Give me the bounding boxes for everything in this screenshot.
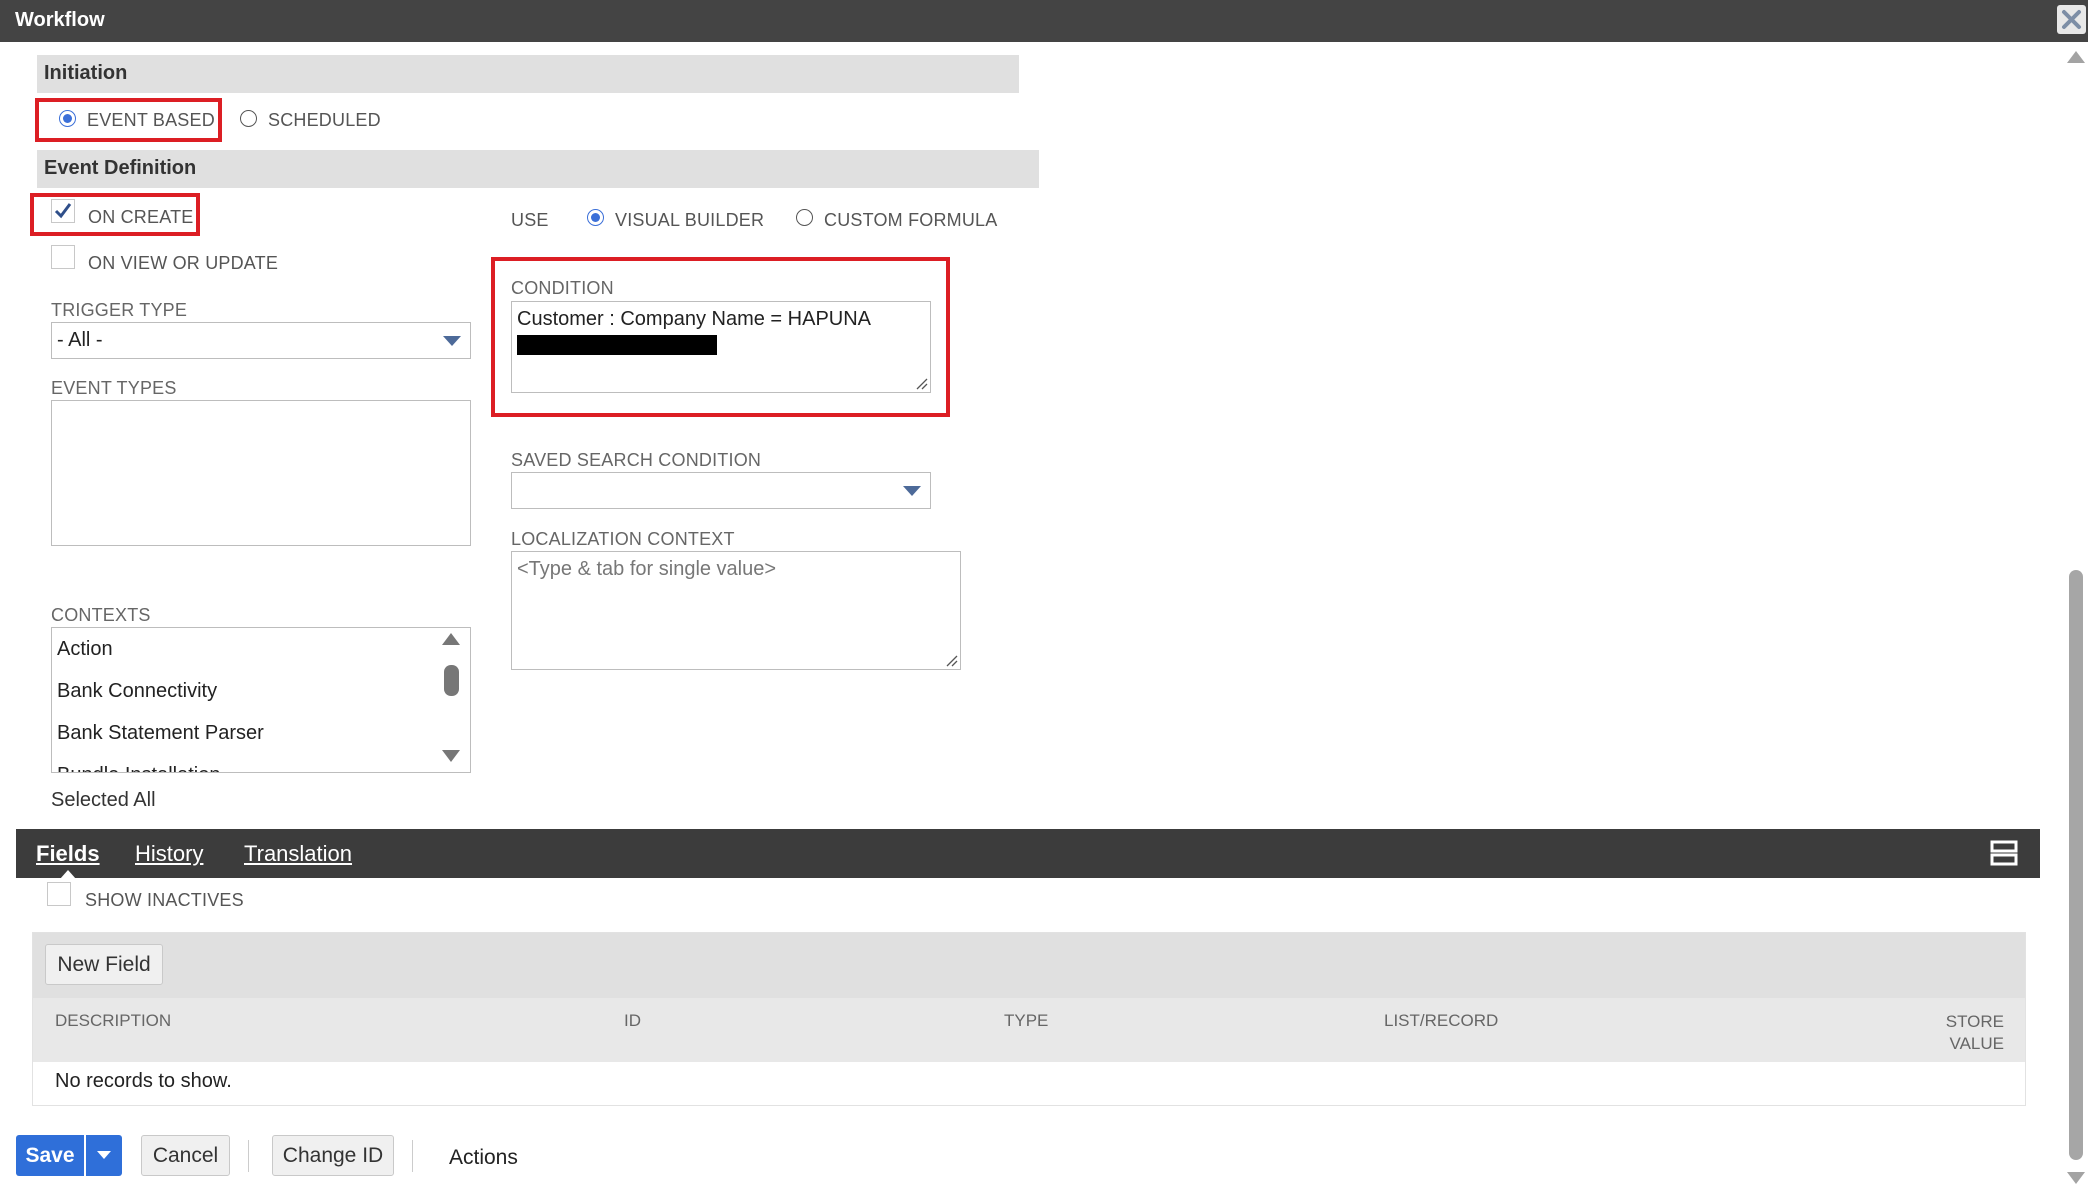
event-types-multiselect[interactable] bbox=[51, 400, 471, 546]
context-item[interactable]: Bank Statement Parser bbox=[57, 722, 264, 745]
collapse-tabs-icon[interactable] bbox=[1990, 840, 2018, 866]
new-field-button[interactable]: New Field bbox=[45, 944, 163, 985]
checkmark-icon bbox=[54, 203, 72, 219]
saved-search-condition-label: SAVED SEARCH CONDITION bbox=[511, 450, 762, 470]
tab-translation[interactable]: Translation bbox=[244, 841, 352, 867]
on-create-label: ON CREATE bbox=[88, 207, 194, 227]
resize-handle-icon[interactable] bbox=[916, 378, 928, 390]
actions-menu[interactable]: Actions bbox=[449, 1146, 518, 1170]
column-header-store-value[interactable]: STORE VALUE bbox=[1944, 1011, 2004, 1055]
contexts-scrollbar-thumb[interactable] bbox=[444, 665, 459, 696]
tab-fields[interactable]: Fields bbox=[36, 841, 100, 867]
localization-context-label: LOCALIZATION CONTEXT bbox=[511, 529, 735, 549]
condition-value: Customer : Company Name = HAPUNA bbox=[517, 308, 872, 330]
show-inactives-label: SHOW INACTIVES bbox=[85, 890, 244, 910]
initiation-header-text: Initiation bbox=[44, 62, 128, 84]
empty-list-message: No records to show. bbox=[55, 1070, 232, 1092]
trigger-type-value: - All - bbox=[57, 329, 103, 351]
selected-summary: Selected All bbox=[51, 789, 156, 811]
custom-formula-label: CUSTOM FORMULA bbox=[824, 210, 998, 230]
scheduled-radio[interactable] bbox=[240, 110, 257, 127]
button-divider bbox=[248, 1140, 249, 1172]
use-label: USE bbox=[511, 210, 549, 230]
column-header-id[interactable]: ID bbox=[624, 1011, 641, 1031]
button-divider bbox=[412, 1140, 413, 1172]
show-inactives-checkbox[interactable] bbox=[47, 882, 71, 906]
resize-handle-icon[interactable] bbox=[946, 655, 958, 667]
event-definition-header-text: Event Definition bbox=[44, 157, 197, 179]
contexts-label: CONTEXTS bbox=[51, 605, 151, 625]
visual-builder-label: VISUAL BUILDER bbox=[615, 210, 765, 230]
scrollbar-thumb[interactable] bbox=[2069, 570, 2083, 1160]
scroll-down-arrow-icon[interactable] bbox=[2067, 1172, 2085, 1184]
subtab-bar: Fields History Translation bbox=[16, 829, 2040, 878]
scroll-up-arrow-icon[interactable] bbox=[442, 633, 460, 645]
column-header-list-record[interactable]: LIST/RECORD bbox=[1384, 1011, 1498, 1031]
context-item[interactable]: Bundle Installation bbox=[57, 764, 220, 772]
close-icon bbox=[2062, 10, 2081, 29]
chevron-down-icon bbox=[443, 336, 461, 346]
trigger-type-label: TRIGGER TYPE bbox=[51, 300, 188, 320]
scheduled-label: SCHEDULED bbox=[268, 110, 381, 130]
condition-textarea[interactable]: Customer : Company Name = HAPUNA bbox=[511, 301, 931, 393]
active-tab-indicator bbox=[60, 870, 76, 879]
event-based-radio[interactable] bbox=[59, 110, 76, 127]
tab-history-label: History bbox=[135, 841, 204, 866]
context-item[interactable]: Action bbox=[57, 638, 113, 661]
tab-fields-label: Fields bbox=[36, 841, 100, 866]
chevron-down-icon bbox=[97, 1151, 111, 1159]
event-types-label: EVENT TYPES bbox=[51, 378, 177, 398]
save-options-dropdown[interactable] bbox=[86, 1135, 122, 1176]
localization-context-placeholder: <Type & tab for single value> bbox=[517, 558, 777, 580]
condition-label: CONDITION bbox=[511, 278, 614, 298]
saved-search-condition-select[interactable] bbox=[511, 472, 931, 509]
window-titlebar: Workflow bbox=[0, 0, 2088, 42]
chevron-down-icon bbox=[903, 486, 921, 496]
on-view-or-update-checkbox[interactable] bbox=[51, 245, 75, 269]
on-create-checkbox[interactable] bbox=[51, 199, 75, 223]
close-button[interactable] bbox=[2057, 5, 2086, 34]
on-view-or-update-label: ON VIEW OR UPDATE bbox=[88, 253, 279, 273]
localization-context-textarea[interactable]: <Type & tab for single value> bbox=[511, 551, 961, 670]
event-based-label: EVENT BASED bbox=[87, 110, 215, 130]
contexts-multiselect[interactable]: Action Bank Connectivity Bank Statement … bbox=[51, 627, 471, 773]
scroll-up-arrow-icon[interactable] bbox=[2067, 51, 2085, 63]
cancel-button[interactable]: Cancel bbox=[141, 1135, 230, 1176]
redacted-block bbox=[517, 335, 717, 355]
window-title: Workflow bbox=[15, 9, 105, 31]
visual-builder-radio[interactable] bbox=[587, 209, 604, 226]
change-id-button[interactable]: Change ID bbox=[272, 1135, 394, 1176]
save-button[interactable]: Save bbox=[16, 1135, 84, 1176]
trigger-type-select[interactable]: - All - bbox=[51, 322, 471, 359]
context-item[interactable]: Bank Connectivity bbox=[57, 680, 217, 703]
column-header-type[interactable]: TYPE bbox=[1004, 1011, 1048, 1031]
fields-list-toolbar bbox=[33, 933, 2025, 998]
tab-translation-label: Translation bbox=[244, 841, 353, 866]
column-header-description[interactable]: DESCRIPTION bbox=[55, 1011, 171, 1031]
initiation-section-header: Initiation bbox=[37, 55, 1019, 93]
event-definition-section-header: Event Definition bbox=[37, 150, 1039, 188]
scroll-down-arrow-icon[interactable] bbox=[442, 750, 460, 762]
tab-history[interactable]: History bbox=[135, 841, 203, 867]
custom-formula-radio[interactable] bbox=[796, 209, 813, 226]
